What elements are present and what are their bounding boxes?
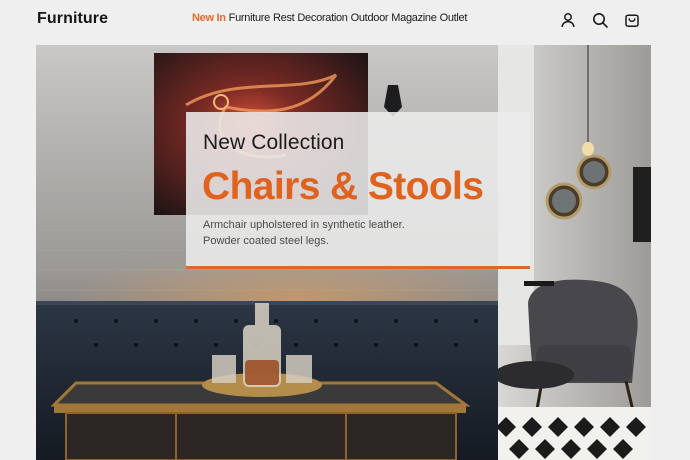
nav-item-decoration[interactable]: Decoration bbox=[297, 12, 348, 24]
nav-item-furniture[interactable]: Furniture bbox=[229, 12, 271, 24]
nav-item-outlet[interactable]: Outlet bbox=[440, 12, 468, 24]
promo-card[interactable]: New Collection Chairs & Stools Armchair … bbox=[186, 112, 530, 269]
search-icon[interactable] bbox=[591, 11, 609, 29]
site-header: Furniture New In Furniture Rest Decorati… bbox=[0, 0, 690, 44]
header-actions bbox=[559, 11, 641, 29]
shopping-bag-icon[interactable] bbox=[623, 11, 641, 29]
promo-description-line: Armchair upholstered in synthetic leathe… bbox=[203, 219, 405, 231]
promo-eyebrow: New Collection bbox=[203, 131, 345, 154]
nav-item-rest[interactable]: Rest bbox=[273, 12, 295, 24]
promo-description-line: Powder coated steel legs. bbox=[203, 234, 329, 247]
promo-title: Chairs & Stools bbox=[202, 165, 484, 208]
nav-item-outdoor[interactable]: Outdoor bbox=[351, 12, 389, 24]
nav-item-new-in[interactable]: New In bbox=[192, 12, 226, 24]
promo-description: Armchair upholstered in synthetic leathe… bbox=[203, 218, 503, 249]
main-nav: New In Furniture Rest Decoration Outdoor… bbox=[192, 12, 467, 24]
hero-banner[interactable]: New Collection Chairs & Stools Armchair … bbox=[36, 45, 651, 460]
user-icon[interactable] bbox=[559, 11, 577, 29]
brand-logo[interactable]: Furniture bbox=[37, 10, 108, 28]
nav-item-magazine[interactable]: Magazine bbox=[391, 12, 437, 24]
